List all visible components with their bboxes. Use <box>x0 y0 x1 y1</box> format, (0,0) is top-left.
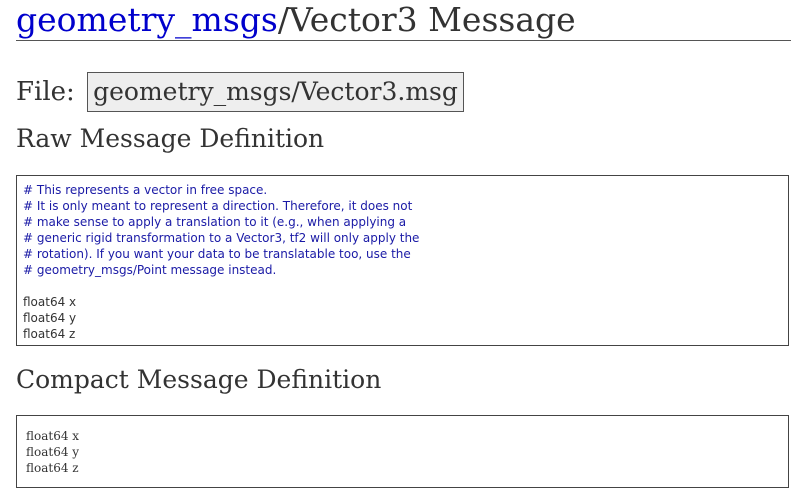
field-line: float64 y <box>23 311 77 325</box>
field-line: float64 z <box>26 461 79 475</box>
comment-line: # rotation). If you want your data to be… <box>23 247 411 261</box>
comment-line: # geometry_msgs/Point message instead. <box>23 263 277 277</box>
package-link[interactable]: geometry_msgs <box>16 0 278 39</box>
field-line: float64 z <box>23 327 76 341</box>
page-title: geometry_msgs/Vector3 Message <box>16 0 791 41</box>
file-path: geometry_msgs/Vector3.msg <box>87 72 464 112</box>
comment-line: # make sense to apply a translation to i… <box>23 215 407 229</box>
field-line: float64 x <box>23 295 77 309</box>
file-line: File: geometry_msgs/Vector3.msg <box>16 72 464 112</box>
comment-line: # It is only meant to represent a direct… <box>23 199 413 213</box>
page-title-text: /Vector3 Message <box>277 0 576 39</box>
file-label: File: <box>16 77 75 107</box>
field-line: float64 x <box>26 429 80 443</box>
field-line: float64 y <box>26 445 80 459</box>
page: geometry_msgs/Vector3 Message File: geom… <box>0 0 811 493</box>
raw-definition-heading: Raw Message Definition <box>16 124 325 153</box>
comment-line: # This represents a vector in free space… <box>23 183 268 197</box>
raw-definition-box: # This represents a vector in free space… <box>16 175 789 346</box>
compact-definition-box: float64 x float64 y float64 z <box>16 415 789 488</box>
compact-definition-heading: Compact Message Definition <box>16 365 382 394</box>
comment-line: # generic rigid transformation to a Vect… <box>23 231 420 245</box>
